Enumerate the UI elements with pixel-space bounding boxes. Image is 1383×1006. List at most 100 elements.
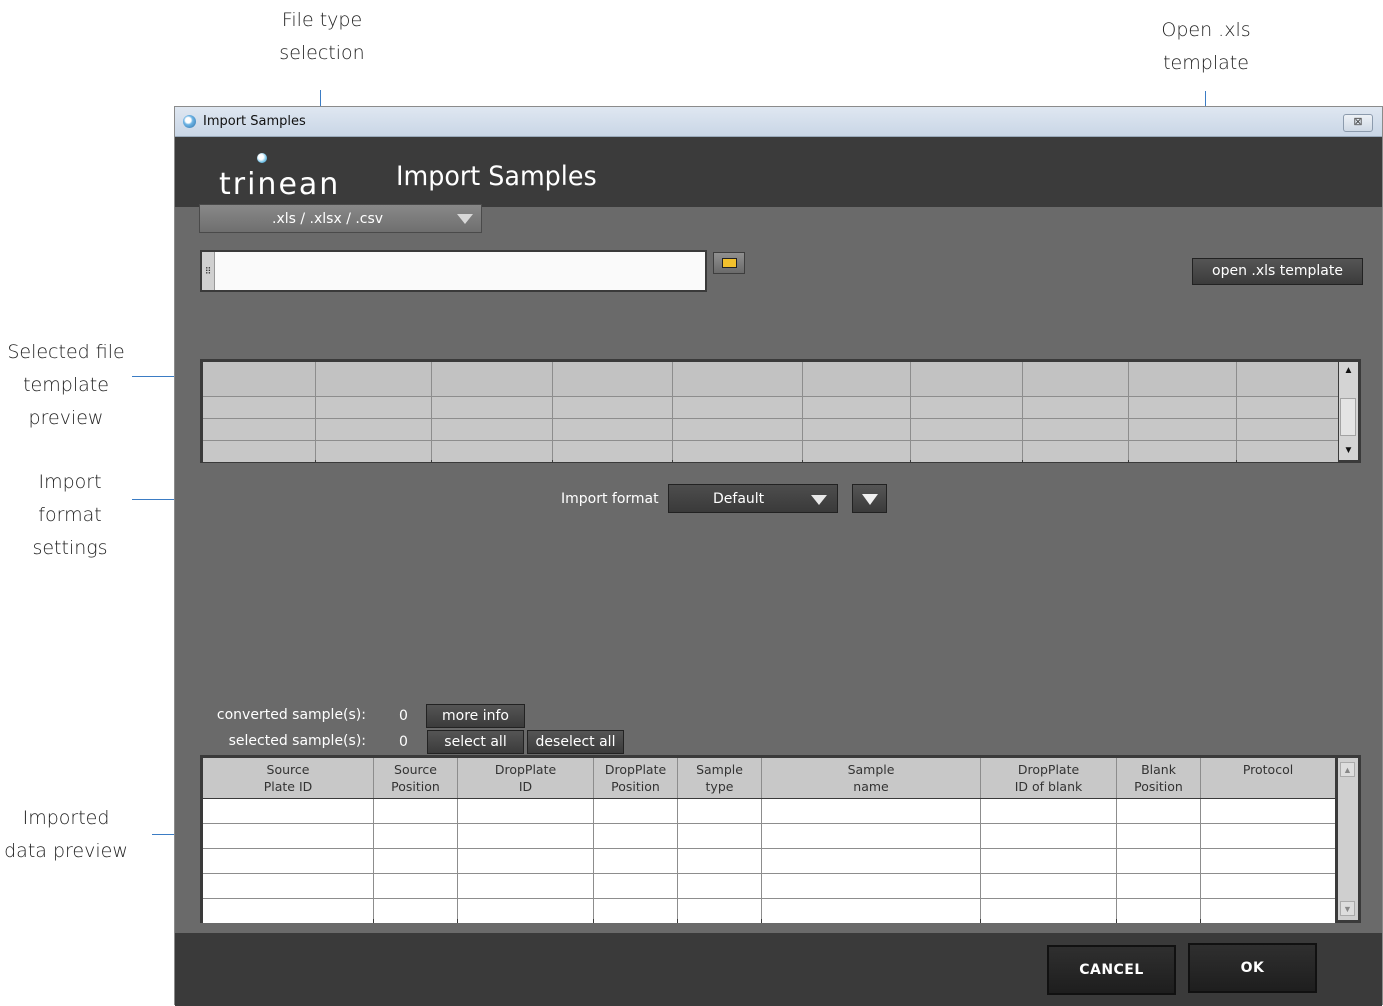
table-cell[interactable] [458, 849, 593, 873]
scroll-down-icon[interactable]: ▼ [1340, 901, 1355, 916]
table-cell [911, 441, 1022, 462]
table-cell[interactable] [762, 799, 980, 823]
column-header[interactable]: Source Plate ID [203, 758, 373, 798]
folder-icon [722, 258, 737, 268]
table-cell[interactable] [981, 799, 1116, 823]
column-header[interactable]: Source Position [374, 758, 457, 798]
table-cell[interactable] [203, 849, 373, 873]
table-cell[interactable] [981, 899, 1116, 923]
table-cell[interactable] [1117, 874, 1200, 898]
table-cell[interactable] [1201, 874, 1335, 898]
import-format-select[interactable]: Default [668, 484, 838, 513]
file-type-select[interactable]: .xls / .xlsx / .csv [199, 204, 482, 233]
cancel-button[interactable]: CANCEL [1047, 945, 1176, 995]
triangle-down-icon [862, 494, 878, 505]
table-cell[interactable] [458, 899, 593, 923]
table-cell[interactable] [203, 874, 373, 898]
column-header[interactable]: Blank Position [1117, 758, 1200, 798]
open-xls-template-button[interactable]: open .xls template [1192, 258, 1363, 285]
browse-folder-button[interactable] [713, 252, 745, 274]
table-cell[interactable] [762, 824, 980, 848]
table-row[interactable] [203, 824, 1335, 848]
table-cell[interactable] [678, 824, 761, 848]
chevron-down-icon [811, 495, 827, 505]
chevron-down-icon [457, 214, 473, 224]
data-scrollbar[interactable]: ▲ ▼ [1338, 758, 1358, 920]
import-format-value: Default [713, 491, 765, 507]
table-cell[interactable] [762, 874, 980, 898]
column-header[interactable]: DropPlate ID [458, 758, 593, 798]
table-cell[interactable] [374, 874, 457, 898]
table-cell[interactable] [594, 849, 677, 873]
column-header[interactable]: DropPlate ID of blank [981, 758, 1116, 798]
close-icon[interactable]: ⊠ [1343, 114, 1373, 132]
import-format-label: Import format [561, 491, 659, 507]
table-cell[interactable] [1117, 899, 1200, 923]
table-cell[interactable] [594, 824, 677, 848]
table-cell[interactable] [374, 799, 457, 823]
table-cell[interactable] [458, 874, 593, 898]
app-icon [183, 115, 196, 128]
column-header[interactable]: Sample type [678, 758, 761, 798]
preview-scrollbar[interactable]: ▲ ▼ [1339, 362, 1358, 460]
table-row [203, 441, 1338, 462]
table-cell [1237, 362, 1338, 396]
import-format-menu-button[interactable] [852, 484, 887, 513]
table-row[interactable] [203, 849, 1335, 873]
table-cell[interactable] [458, 824, 593, 848]
ok-button[interactable]: OK [1188, 943, 1317, 993]
converted-samples-count: 0 [399, 708, 408, 724]
file-path-input[interactable]: ⠿ [200, 250, 707, 292]
column-header[interactable]: DropPlate Position [594, 758, 677, 798]
more-info-button[interactable]: more info [426, 704, 525, 728]
scroll-up-icon[interactable]: ▲ [1339, 362, 1358, 380]
callout-file-type: File type selection [262, 4, 382, 70]
table-cell[interactable] [981, 874, 1116, 898]
table-cell [1129, 441, 1236, 462]
table-cell[interactable] [203, 799, 373, 823]
table-cell [203, 441, 315, 462]
table-cell[interactable] [374, 824, 457, 848]
table-cell[interactable] [678, 849, 761, 873]
table-cell[interactable] [981, 849, 1116, 873]
table-cell[interactable] [678, 874, 761, 898]
scroll-down-icon[interactable]: ▼ [1339, 442, 1358, 460]
table-cell [911, 397, 1022, 418]
table-cell[interactable] [1117, 849, 1200, 873]
table-cell[interactable] [594, 799, 677, 823]
table-row[interactable] [203, 874, 1335, 898]
table-cell [432, 419, 552, 440]
column-header[interactable]: Protocol [1201, 758, 1335, 798]
table-cell[interactable] [1201, 824, 1335, 848]
table-cell[interactable] [594, 874, 677, 898]
table-cell[interactable] [1201, 849, 1335, 873]
table-cell[interactable] [1117, 824, 1200, 848]
table-cell [911, 419, 1022, 440]
table-cell[interactable] [762, 849, 980, 873]
table-cell[interactable] [981, 824, 1116, 848]
table-cell [803, 397, 910, 418]
scroll-thumb[interactable] [1340, 398, 1356, 436]
table-cell[interactable] [1201, 899, 1335, 923]
deselect-all-button[interactable]: deselect all [527, 730, 624, 754]
table-cell[interactable] [1117, 799, 1200, 823]
scroll-up-icon[interactable]: ▲ [1340, 762, 1355, 777]
table-cell [432, 362, 552, 396]
callout-text: preview [28, 407, 104, 429]
table-cell[interactable] [374, 899, 457, 923]
table-cell[interactable] [762, 899, 980, 923]
column-header[interactable]: Sample name [762, 758, 980, 798]
callout-imported-data: Imported data preview [0, 802, 132, 868]
table-cell[interactable] [678, 899, 761, 923]
table-row[interactable] [203, 799, 1335, 823]
table-cell[interactable] [458, 799, 593, 823]
table-row[interactable] [203, 899, 1335, 923]
table-cell[interactable] [374, 849, 457, 873]
table-cell[interactable] [594, 899, 677, 923]
table-cell[interactable] [1201, 799, 1335, 823]
select-all-button[interactable]: select all [427, 730, 524, 754]
table-cell[interactable] [203, 824, 373, 848]
table-cell[interactable] [203, 899, 373, 923]
callout-text: File type [281, 9, 363, 31]
table-cell[interactable] [678, 799, 761, 823]
